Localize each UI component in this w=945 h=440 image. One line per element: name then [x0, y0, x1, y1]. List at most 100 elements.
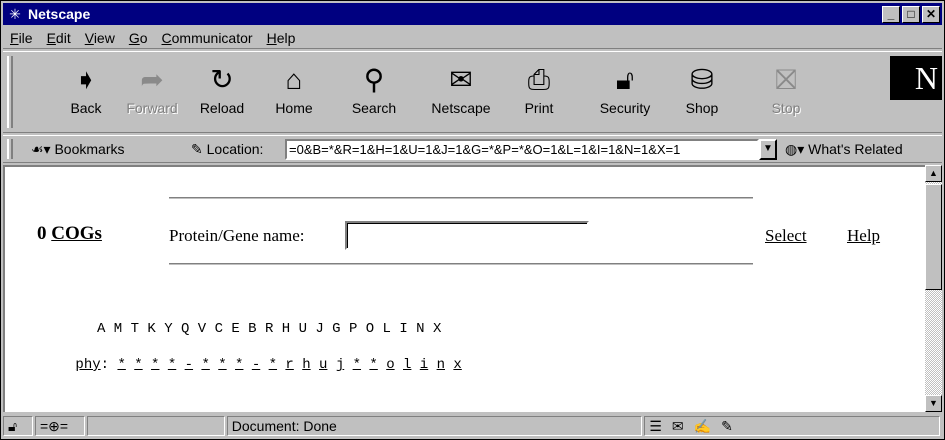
category-letter: E: [231, 321, 240, 337]
category-letter: K: [147, 321, 156, 337]
menu-bar: File Edit View Go Communicator Help: [3, 27, 942, 49]
mail-icon[interactable]: ✉: [672, 418, 694, 434]
progress-bar: [86, 416, 225, 436]
menu-view[interactable]: View: [78, 30, 122, 46]
netscape-app-icon: ✳: [9, 6, 21, 22]
connection-status-icon: =⊕=: [34, 416, 85, 436]
component-bar[interactable]: ☰✉✍✎: [644, 416, 940, 436]
back-button[interactable]: ➧ Back: [55, 58, 117, 128]
status-bar: 🔓︎ =⊕= Document: Done ☰✉✍✎: [3, 414, 942, 438]
status-text: Document: Done: [226, 416, 643, 436]
minimize-button[interactable]: _: [882, 5, 900, 23]
search-button[interactable]: ⚲ Search: [343, 58, 405, 128]
menu-help[interactable]: Help: [260, 30, 303, 46]
shop-button[interactable]: ⛁ Shop: [671, 58, 733, 128]
top-divider: [169, 197, 753, 200]
category-letter: O: [365, 321, 375, 337]
category-letter: C: [214, 321, 223, 337]
maximize-button[interactable]: □: [902, 5, 920, 23]
navigation-toolbar: ➧ Back ➦ Forward ↻ Reload ⌂ Home ⚲ Searc…: [3, 51, 942, 133]
phy-value-link[interactable]: o: [386, 357, 403, 373]
phy-value-link[interactable]: *: [134, 357, 151, 373]
location-toolbar-grip[interactable]: [7, 139, 13, 159]
scroll-thumb[interactable]: [925, 184, 942, 290]
menu-file[interactable]: File: [3, 30, 40, 46]
scroll-up-button[interactable]: ▲: [925, 165, 942, 182]
whats-related-button[interactable]: ◍▾ What's Related: [785, 141, 903, 158]
select-link[interactable]: Select: [765, 226, 807, 246]
category-letter: I: [399, 321, 408, 337]
security-button[interactable]: 🔓︎ Security: [589, 58, 661, 128]
composer-icon[interactable]: ✎: [721, 418, 743, 434]
back-arrow-icon: ➧: [74, 64, 98, 95]
close-button[interactable]: ✕: [922, 5, 940, 23]
protein-gene-input[interactable]: [345, 221, 589, 250]
bookmarks-icon: ☙▾: [31, 141, 51, 157]
phy-value-link[interactable]: u: [319, 357, 336, 373]
phy-value-link[interactable]: *: [201, 357, 218, 373]
window-title: Netscape: [28, 6, 91, 22]
phy-value-link[interactable]: *: [168, 357, 185, 373]
scroll-down-button[interactable]: ▼: [925, 395, 942, 412]
category-letter: U: [298, 321, 307, 337]
category-letter: L: [382, 321, 391, 337]
phy-value-link[interactable]: r: [285, 357, 302, 373]
location-label: ✎ Location:: [191, 141, 264, 157]
phy-value-link[interactable]: *: [369, 357, 386, 373]
phy-value-link[interactable]: l: [403, 357, 420, 373]
bottom-divider: [169, 263, 753, 266]
shopping-bag-icon: ⛁: [690, 64, 714, 95]
location-url-input[interactable]: =0&B=*&R=1&H=1&U=1&J=1&G=*&P=*&O=1&L=1&I…: [285, 139, 759, 160]
help-link[interactable]: Help: [847, 226, 880, 246]
phy-link[interactable]: phy: [75, 357, 100, 373]
phy-value-link[interactable]: *: [353, 357, 370, 373]
forward-button[interactable]: ➦ Forward: [121, 58, 183, 128]
stop-icon: ⛝: [775, 64, 797, 95]
location-toolbar: ☙▾ Bookmarks ✎ Location: =0&B=*&R=1&H=1&…: [3, 135, 942, 163]
phy-value-link[interactable]: h: [302, 357, 319, 373]
printer-icon: ⎙: [527, 64, 551, 95]
menu-communicator[interactable]: Communicator: [155, 30, 260, 46]
category-letter: P: [348, 321, 358, 337]
phy-value-link[interactable]: j: [336, 357, 353, 373]
category-letter: X: [432, 321, 442, 337]
page-proxy-icon[interactable]: ✎: [191, 141, 203, 157]
category-letter: Y: [164, 321, 173, 337]
phy-value-link[interactable]: i: [420, 357, 437, 373]
discussion-icon[interactable]: ✍: [694, 418, 721, 434]
reload-button[interactable]: ↻ Reload: [191, 58, 253, 128]
location-dropdown-button[interactable]: ▼: [759, 139, 777, 160]
phy-value-link[interactable]: -: [252, 357, 269, 373]
phy-value-link[interactable]: *: [218, 357, 235, 373]
vertical-scrollbar[interactable]: ▲ ▼: [925, 165, 942, 412]
phy-value-link[interactable]: *: [151, 357, 168, 373]
home-icon: ⌂: [285, 64, 303, 95]
home-button[interactable]: ⌂ Home: [263, 58, 325, 128]
toolbar-grip[interactable]: [7, 56, 13, 128]
category-letter: V: [197, 321, 207, 337]
forward-arrow-icon: ➦: [140, 64, 164, 95]
category-letter: B: [248, 321, 257, 337]
phy-value-link[interactable]: *: [117, 357, 134, 373]
stop-button[interactable]: ⛝ Stop: [755, 58, 817, 128]
phy-value-link[interactable]: *: [235, 357, 252, 373]
phy-value-link[interactable]: x: [453, 357, 470, 373]
security-status-icon[interactable]: 🔓︎: [3, 416, 33, 436]
bookmarks-button[interactable]: ☙▾ Bookmarks: [31, 141, 125, 158]
navigator-icon[interactable]: ☰: [649, 418, 672, 434]
print-button[interactable]: ⎙ Print: [508, 58, 570, 128]
cogs-count: 0 COGs: [37, 223, 102, 244]
category-letter: R: [264, 321, 274, 337]
cogs-link[interactable]: COGs: [51, 223, 102, 244]
reload-icon: ↻: [210, 64, 234, 95]
netscape-button[interactable]: ✉ Netscape: [423, 58, 499, 128]
menu-edit[interactable]: Edit: [40, 30, 78, 46]
phy-value-link[interactable]: n: [437, 357, 454, 373]
netscape-logo[interactable]: N: [890, 56, 942, 100]
browser-window: ✳ Netscape _ □ ✕ File Edit View Go Communica…: [0, 0, 945, 440]
protein-gene-label: Protein/Gene name:: [169, 226, 305, 245]
phy-value-link[interactable]: -: [185, 357, 202, 373]
category-letter: M: [113, 321, 123, 337]
menu-go[interactable]: Go: [122, 30, 155, 46]
phy-value-link[interactable]: *: [269, 357, 286, 373]
